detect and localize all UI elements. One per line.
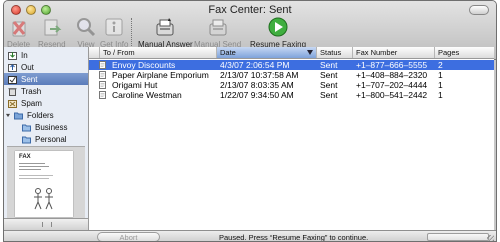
resend-button[interactable]: Resend xyxy=(38,16,66,49)
cell-pages: 1 xyxy=(438,80,443,90)
sidebar-item-folders[interactable]: Folders xyxy=(4,109,88,121)
folder-icon xyxy=(22,124,31,131)
column-header-date[interactable]: Date xyxy=(217,47,317,58)
sidebar-item-label: In xyxy=(21,50,28,60)
view-icon xyxy=(77,18,96,37)
cell-date: 2/13/07 10:37:58 AM xyxy=(220,70,299,80)
table-row[interactable]: Caroline Westman 1/22/07 9:34:50 AM Sent… xyxy=(89,90,494,100)
cell-date: 2/13/07 8:03:35 AM xyxy=(220,80,294,90)
sidebar-item-label: Sent xyxy=(21,74,38,84)
abort-button[interactable]: Abort xyxy=(97,232,160,241)
sidebar-item-label: Spam xyxy=(21,98,42,108)
cell-fax-number: +1–877–666–5555 xyxy=(356,60,428,70)
cell-status: Sent xyxy=(320,90,338,100)
folders-icon xyxy=(14,112,23,119)
sidebar-item-label: Business xyxy=(35,122,68,132)
sidebar-item-label: Personal xyxy=(35,134,67,144)
outbox-icon xyxy=(8,63,17,72)
preview-text-line xyxy=(19,178,49,179)
column-header-icon[interactable] xyxy=(89,47,100,58)
column-header-fax-number[interactable]: Fax Number xyxy=(353,47,435,58)
sidebar-item-label: Out xyxy=(21,62,34,72)
delete-icon xyxy=(12,21,26,37)
cell-date: 4/3/07 2:06:54 PM xyxy=(220,60,290,70)
fax-list-table: To / From Date Status Fax Number Pages E… xyxy=(89,47,494,230)
cell-pages: 2 xyxy=(438,60,443,70)
preview-text-line xyxy=(19,166,49,167)
view-button[interactable]: View xyxy=(75,16,97,49)
column-header-pages[interactable]: Pages xyxy=(435,47,494,58)
fax-document-icon xyxy=(99,61,106,69)
column-header-to-from[interactable]: To / From xyxy=(100,47,217,58)
sidebar-item-in[interactable]: In xyxy=(4,49,88,61)
column-header-status[interactable]: Status xyxy=(317,47,353,58)
resume-faxing-button[interactable]: Resume Faxing xyxy=(250,16,306,49)
window-title: Fax Center: Sent xyxy=(208,4,292,16)
column-header-date-label: Date xyxy=(220,48,236,57)
fax-document-icon xyxy=(99,81,106,89)
info-icon xyxy=(105,18,123,36)
table-row[interactable]: Origami Hut 2/13/07 8:03:35 AM Sent +1–7… xyxy=(89,80,494,90)
resume-faxing-icon xyxy=(268,17,288,37)
resend-icon xyxy=(44,19,62,36)
table-header: To / From Date Status Fax Number Pages xyxy=(89,47,494,59)
manual-answer-icon xyxy=(156,18,174,36)
cell-pages: 1 xyxy=(438,70,443,80)
sidebar: In Out Sent Trash Spam Folders Business xyxy=(4,47,89,231)
cell-to-from: Envoy Discounts xyxy=(112,60,176,70)
cell-status: Sent xyxy=(320,80,338,90)
fax-preview-page: FAX xyxy=(15,151,73,217)
progress-bar xyxy=(427,233,489,241)
window-resize-grip-icon[interactable] xyxy=(487,235,494,241)
sidebar-item-personal[interactable]: Personal xyxy=(4,133,88,145)
toolbar-toggle-button[interactable] xyxy=(469,5,489,15)
manual-send-button[interactable]: Manual Send xyxy=(194,16,241,49)
delete-button[interactable]: Delete xyxy=(7,16,30,49)
fax-document-icon xyxy=(99,71,106,79)
preview-figures-image xyxy=(34,188,53,210)
fax-document-icon xyxy=(99,91,106,99)
cell-fax-number: +1–408–884–2320 xyxy=(356,70,428,80)
sidebar-item-sent[interactable]: Sent xyxy=(4,73,88,85)
cell-status: Sent xyxy=(320,70,338,80)
preview-text-line xyxy=(19,175,53,176)
get-info-button[interactable]: Get Info xyxy=(100,16,128,49)
sidebar-item-label: Trash xyxy=(21,86,42,96)
spam-icon xyxy=(8,99,17,108)
cell-to-from: Origami Hut xyxy=(112,80,158,90)
table-row[interactable]: Envoy Discounts 4/3/07 2:06:54 PM Sent +… xyxy=(89,60,494,70)
fax-preview-heading: FAX xyxy=(19,154,31,160)
inbox-icon xyxy=(8,51,17,60)
cell-fax-number: +1–707–202–4444 xyxy=(356,80,428,90)
cell-pages: 1 xyxy=(438,90,443,100)
status-message: Paused. Press “Resume Faxing” to continu… xyxy=(219,233,369,242)
disclosure-triangle-icon xyxy=(6,113,10,117)
sort-descending-icon xyxy=(307,50,313,55)
folder-icon xyxy=(22,136,31,143)
sidebar-item-out[interactable]: Out xyxy=(4,61,88,73)
cell-fax-number: +1–800–541–2442 xyxy=(356,90,428,100)
cell-to-from: Caroline Westman xyxy=(112,90,182,100)
table-row[interactable]: Paper Airplane Emporium 2/13/07 10:37:58… xyxy=(89,70,494,80)
fax-center-window: Fax Center: Sent Delete Resend View Get … xyxy=(3,0,497,242)
sidebar-item-trash[interactable]: Trash xyxy=(4,85,88,97)
sent-icon xyxy=(8,75,17,84)
trash-icon xyxy=(8,87,17,96)
status-bar: Abort Paused. Press “Resume Faxing” to c… xyxy=(4,230,496,242)
grip-icon xyxy=(42,222,52,227)
preview-text-line xyxy=(19,169,41,170)
manual-answer-button[interactable]: Manual Answer xyxy=(138,16,193,49)
preview-text-line xyxy=(19,163,45,164)
fax-preview-thumbnail[interactable]: FAX xyxy=(7,146,85,219)
cell-status: Sent xyxy=(320,60,338,70)
sidebar-item-spam[interactable]: Spam xyxy=(4,97,88,109)
manual-send-icon xyxy=(209,19,227,36)
sidebar-item-business[interactable]: Business xyxy=(4,121,88,133)
sidebar-item-label: Folders xyxy=(27,110,54,120)
cell-date: 1/22/07 9:34:50 AM xyxy=(220,90,294,100)
cell-to-from: Paper Airplane Emporium xyxy=(112,70,209,80)
